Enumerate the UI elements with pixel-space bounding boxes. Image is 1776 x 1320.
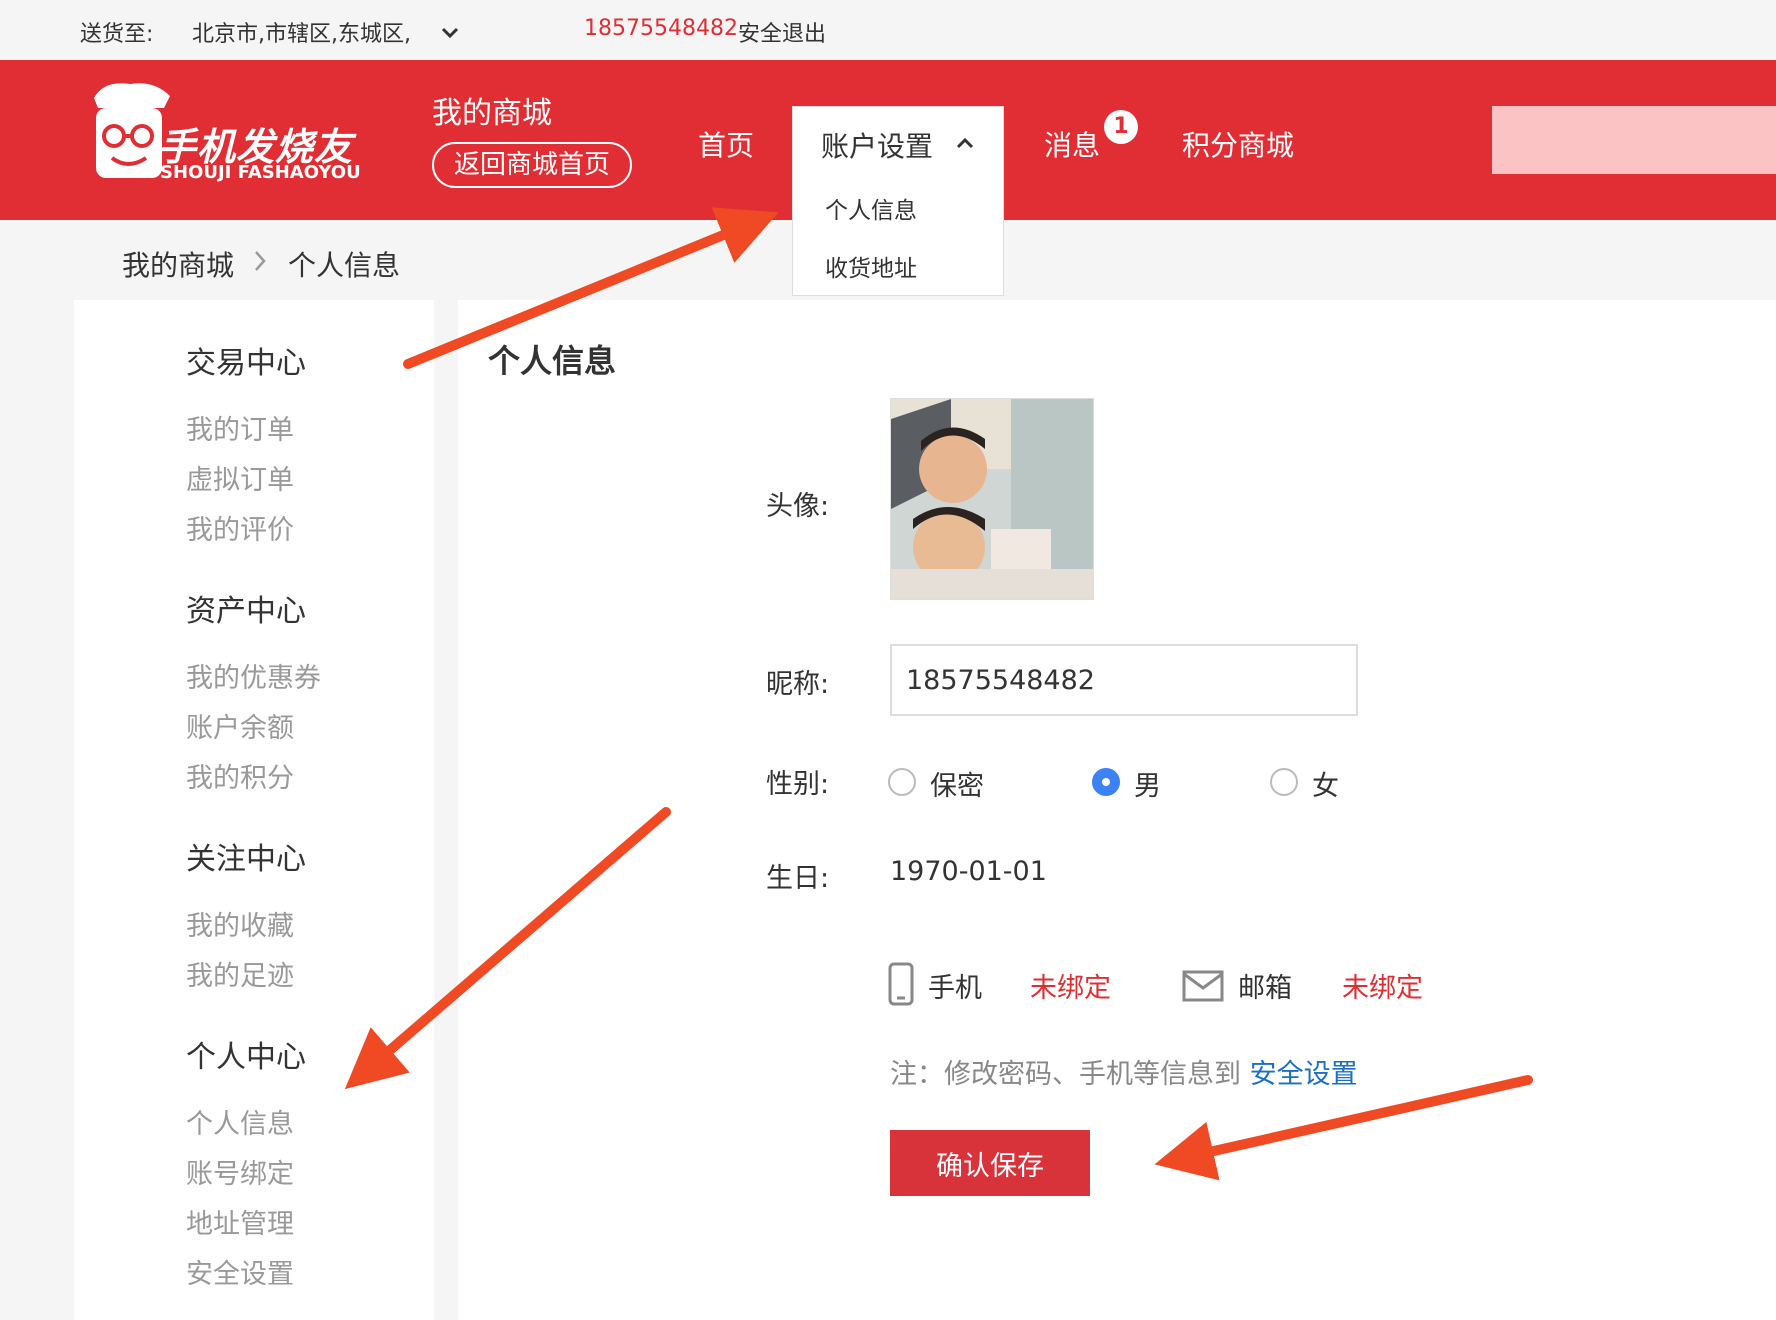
- nav-messages[interactable]: 消息: [1044, 124, 1100, 164]
- breadcrumb-current: 个人信息: [288, 249, 401, 282]
- gender-option-secret[interactable]: 保密: [930, 764, 984, 803]
- sidebar-item-address-management[interactable]: 地址管理: [186, 1202, 294, 1241]
- gender-radio-male[interactable]: [1092, 768, 1120, 796]
- top-bar: 送货至: 北京市,市辖区,东城区, 18575548482 安全退出: [0, 0, 1776, 60]
- logout-link[interactable]: 安全退出: [738, 16, 826, 48]
- chevron-down-icon[interactable]: [440, 22, 460, 47]
- birthday-label: 生日:: [766, 863, 830, 894]
- ship-location[interactable]: 北京市,市辖区,东城区,: [192, 16, 411, 48]
- security-note: 注：修改密码、手机等信息到 安全设置: [890, 1052, 1358, 1091]
- nickname-input[interactable]: [890, 644, 1358, 716]
- sidebar-item-points[interactable]: 我的积分: [186, 756, 294, 795]
- gender-option-male[interactable]: 男: [1134, 764, 1161, 803]
- gender-option-female[interactable]: 女: [1312, 764, 1339, 803]
- security-settings-link[interactable]: 安全设置: [1250, 1059, 1358, 1090]
- sidebar-item-favorites[interactable]: 我的收藏: [186, 904, 294, 943]
- sidebar-item-footprints[interactable]: 我的足迹: [186, 954, 294, 993]
- logo[interactable]: 手机发烧友 SHOUJI FASHAOYOU: [84, 78, 384, 188]
- mall-title: 我的商城: [432, 96, 552, 131]
- page-title: 个人信息: [488, 342, 617, 380]
- security-note-text: 注：修改密码、手机等信息到: [890, 1059, 1241, 1090]
- chevron-up-icon[interactable]: [955, 135, 975, 154]
- sidebar: 交易中心 我的订单 虚拟订单 我的评价 资产中心 我的优惠券 账户余额 我的积分…: [74, 300, 434, 1320]
- gender-radio-female[interactable]: [1270, 768, 1298, 796]
- gender-radio-secret[interactable]: [888, 768, 916, 796]
- mail-icon: [1182, 970, 1224, 1006]
- sidebar-item-coupons[interactable]: 我的优惠券: [186, 656, 321, 695]
- message-count-badge: 1: [1104, 110, 1138, 144]
- avatar-label: 头像:: [766, 491, 830, 522]
- nav-account-settings[interactable]: 账户设置: [821, 125, 933, 165]
- sidebar-group-follow: 关注中心: [186, 842, 306, 877]
- sidebar-item-personal-info[interactable]: 个人信息: [186, 1102, 294, 1141]
- avatar[interactable]: [890, 398, 1094, 600]
- phone-label: 手机: [928, 973, 982, 1004]
- dropdown-item-shipping-address[interactable]: 收货地址: [825, 249, 917, 283]
- dropdown-item-personal-info[interactable]: 个人信息: [825, 191, 917, 225]
- back-to-mall-button[interactable]: 返回商城首页: [432, 142, 632, 188]
- save-button[interactable]: 确认保存: [890, 1130, 1090, 1196]
- logo-text-en: SHOUJI FASHAOYOU: [160, 162, 361, 183]
- nickname-label: 昵称:: [766, 669, 830, 700]
- avatar-photo-icon: [891, 399, 1093, 599]
- email-label: 邮箱: [1238, 973, 1292, 1004]
- gender-label: 性别:: [766, 769, 830, 800]
- sidebar-item-account-binding[interactable]: 账号绑定: [186, 1152, 294, 1191]
- search-input[interactable]: [1492, 106, 1776, 174]
- ship-to-label: 送货至:: [80, 22, 154, 47]
- breadcrumb-root[interactable]: 我的商城: [122, 244, 234, 284]
- birthday-value: 1970-01-01: [890, 856, 1047, 887]
- nav-home[interactable]: 首页: [698, 124, 754, 164]
- user-phone[interactable]: 18575548482: [584, 16, 738, 41]
- sidebar-item-balance[interactable]: 账户余额: [186, 706, 294, 745]
- sidebar-item-my-orders[interactable]: 我的订单: [186, 408, 294, 447]
- main-panel: 个人信息 头像: 昵称: 性别: 保密 男 女 生日: 1970-01-01 手…: [458, 300, 1776, 1320]
- account-settings-dropdown: 账户设置 个人信息 收货地址: [792, 106, 1004, 296]
- email-bind-status[interactable]: 未绑定: [1342, 966, 1423, 1005]
- chevron-right-icon: [252, 248, 268, 278]
- sidebar-group-trade: 交易中心: [186, 346, 306, 381]
- sidebar-item-my-reviews[interactable]: 我的评价: [186, 508, 294, 547]
- sidebar-item-virtual-orders[interactable]: 虚拟订单: [186, 458, 294, 497]
- sidebar-group-personal: 个人中心: [186, 1040, 306, 1075]
- sidebar-item-security-settings[interactable]: 安全设置: [186, 1252, 294, 1291]
- phone-bind-status[interactable]: 未绑定: [1030, 966, 1111, 1005]
- sidebar-group-assets: 资产中心: [186, 594, 306, 629]
- nav-points-mall[interactable]: 积分商城: [1182, 124, 1294, 164]
- phone-icon: [888, 962, 914, 1010]
